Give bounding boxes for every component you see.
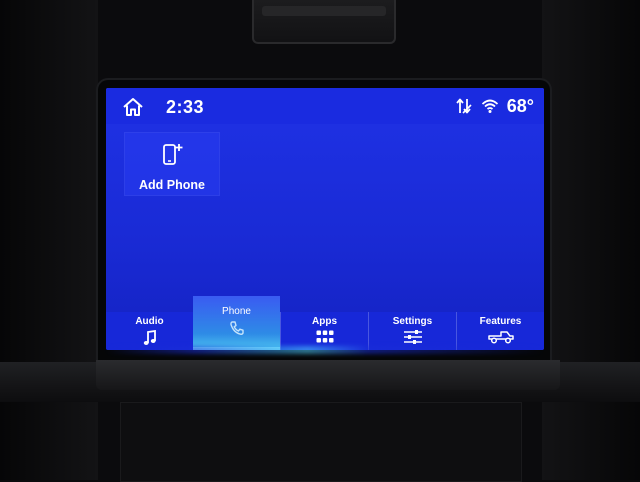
tab-audio[interactable]: Audio [106, 312, 193, 350]
dashboard-left-trim [0, 0, 98, 480]
clock: 2:33 [166, 97, 205, 117]
air-vent [252, 0, 396, 44]
music-note-icon [143, 330, 156, 345]
truck-icon [487, 331, 514, 344]
tab-features[interactable]: Features [456, 312, 544, 350]
add-phone-button[interactable]: Add Phone [124, 132, 220, 196]
status-bar: 2:33 68° [106, 88, 544, 124]
display-ledge [96, 360, 560, 390]
tab-apps[interactable]: Apps [280, 312, 368, 350]
home-button[interactable] [122, 97, 144, 117]
home-icon [123, 98, 143, 116]
status-icons: 68° [455, 95, 534, 117]
phone-add-icon [163, 144, 183, 165]
tab-apps-label: Apps [312, 316, 337, 327]
bottom-nav-bar: Audio Phone Apps Settings Features [106, 296, 544, 350]
phone-handset-icon [229, 321, 244, 335]
screen-reflection [106, 346, 544, 354]
tab-phone[interactable]: Phone [193, 296, 280, 350]
tab-features-label: Features [479, 316, 522, 327]
add-phone-label: Add Phone [139, 178, 205, 192]
sliders-icon [403, 330, 422, 344]
infotainment-screen: 2:33 68° Add Phone Audio Phone Apps Sett… [106, 88, 544, 350]
outside-temperature: 68° [506, 95, 534, 116]
tab-settings[interactable]: Settings [368, 312, 456, 350]
center-console-panel [120, 402, 522, 482]
tab-settings-label: Settings [392, 316, 433, 327]
app-grid-icon [316, 330, 333, 343]
data-transfer-icon [456, 98, 472, 114]
wifi-icon [481, 99, 498, 113]
dashboard-right-trim [542, 0, 640, 480]
tab-audio-label: Audio [135, 316, 164, 327]
tab-phone-label: Phone [222, 306, 251, 317]
